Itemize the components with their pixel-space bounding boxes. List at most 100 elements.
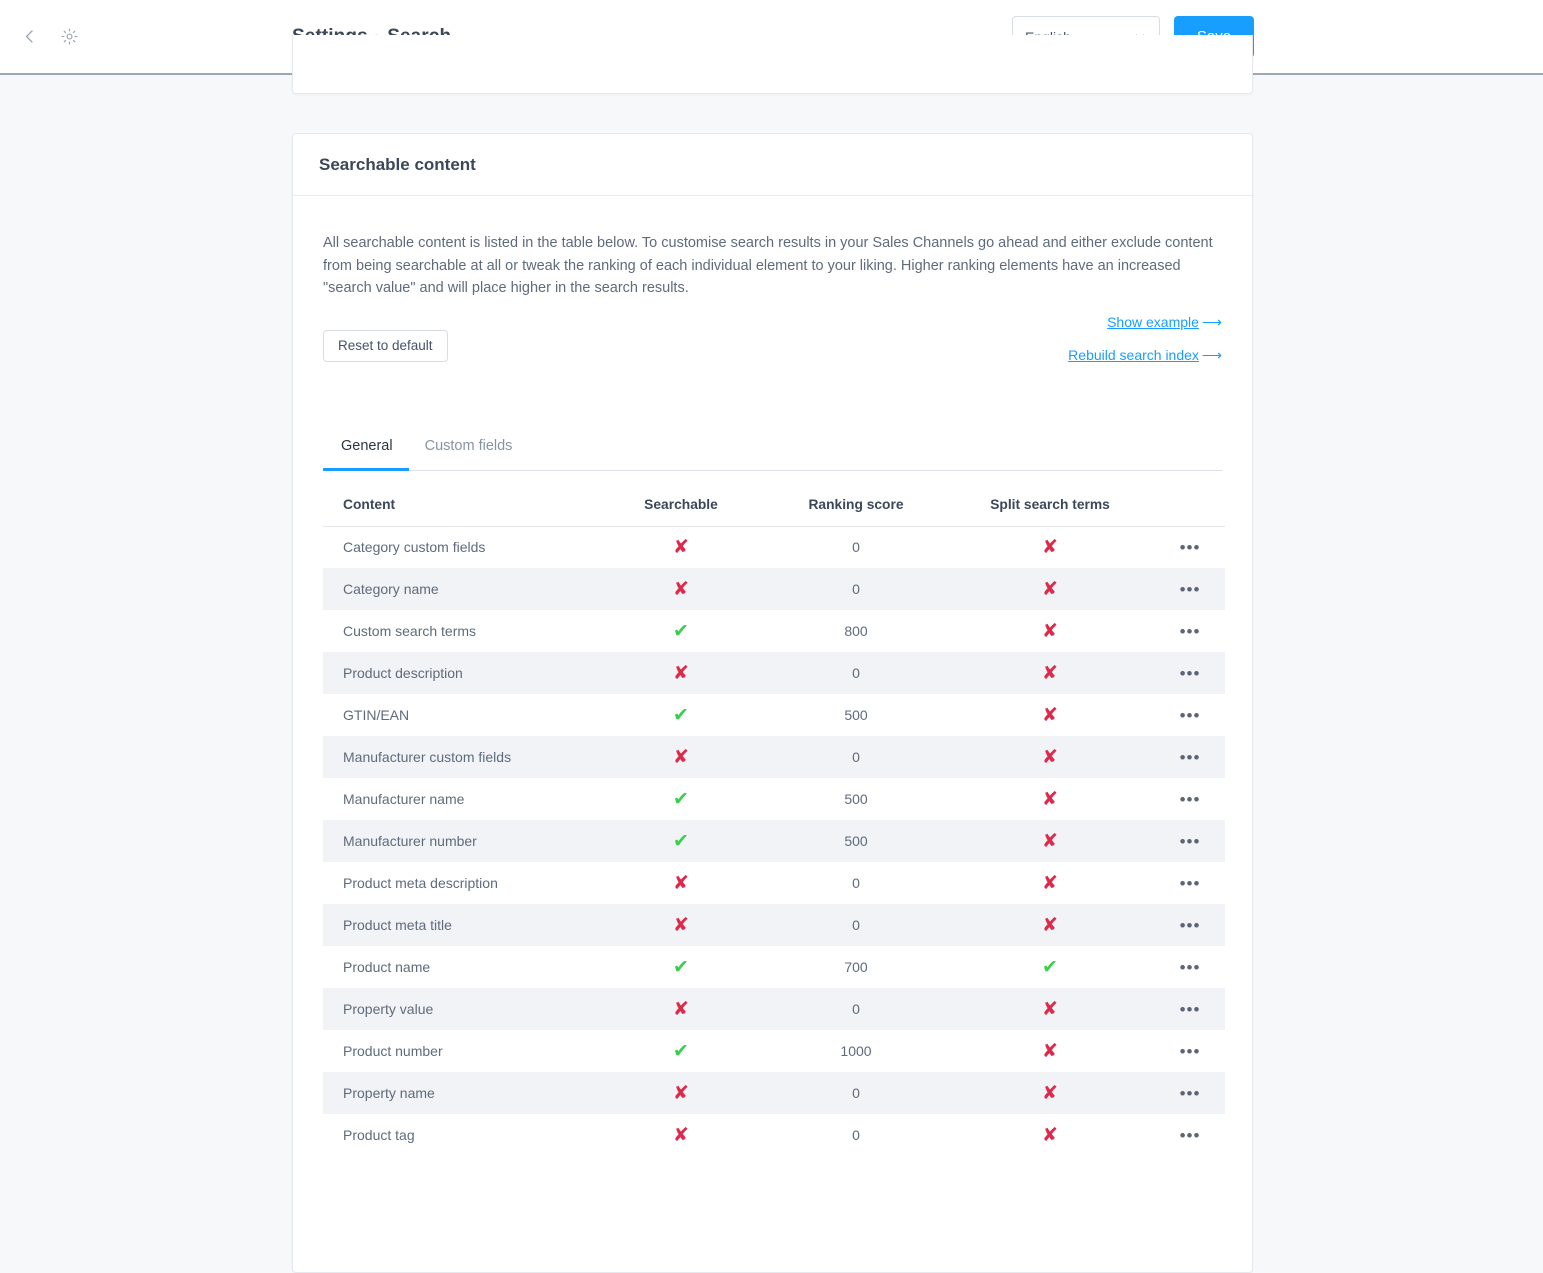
header-left-group	[0, 24, 292, 50]
reset-to-default-button[interactable]: Reset to default	[323, 330, 448, 362]
cell-split-search-terms[interactable]: ✘	[945, 736, 1155, 778]
cross-icon: ✘	[1042, 1000, 1058, 1019]
chevron-left-icon	[21, 28, 38, 45]
context-menu-icon[interactable]: •••	[1180, 1043, 1201, 1060]
cell-split-search-terms[interactable]: ✘	[945, 1072, 1155, 1114]
cross-icon: ✘	[1042, 1084, 1058, 1103]
cross-icon: ✘	[1042, 1126, 1058, 1145]
cell-content: Property value	[323, 988, 595, 1030]
cell-actions: •••	[1155, 988, 1225, 1030]
table-row: Category custom fields✘0✘•••	[323, 526, 1225, 568]
cell-searchable[interactable]: ✘	[595, 736, 767, 778]
tab-bar: General Custom fields	[323, 424, 1222, 471]
cell-actions: •••	[1155, 610, 1225, 652]
cross-icon: ✘	[673, 1126, 689, 1145]
rebuild-search-index-link[interactable]: Rebuild search index⟶	[1068, 347, 1222, 364]
tab-custom-fields[interactable]: Custom fields	[409, 424, 529, 470]
cell-actions: •••	[1155, 862, 1225, 904]
intro-text: All searchable content is listed in the …	[323, 232, 1213, 300]
context-menu-icon[interactable]: •••	[1180, 1001, 1201, 1018]
context-menu-icon[interactable]: •••	[1180, 917, 1201, 934]
cell-split-search-terms[interactable]: ✘	[945, 568, 1155, 610]
table-header-row: Content Searchable Ranking score Split s…	[323, 471, 1225, 527]
cell-searchable[interactable]: ✘	[595, 652, 767, 694]
cell-ranking-score: 0	[767, 904, 945, 946]
cell-searchable[interactable]: ✘	[595, 1072, 767, 1114]
table-row: Property value✘0✘•••	[323, 988, 1225, 1030]
tab-general[interactable]: General	[323, 424, 409, 470]
cross-icon: ✘	[1042, 748, 1058, 767]
cell-searchable[interactable]: ✘	[595, 904, 767, 946]
context-menu-icon[interactable]: •••	[1180, 833, 1201, 850]
cell-searchable[interactable]: ✔	[595, 820, 767, 862]
context-menu-icon[interactable]: •••	[1180, 623, 1201, 640]
cross-icon: ✘	[1042, 664, 1058, 683]
cell-searchable[interactable]: ✔	[595, 946, 767, 988]
show-example-link[interactable]: Show example⟶	[1068, 314, 1222, 331]
context-menu-icon[interactable]: •••	[1180, 875, 1201, 892]
context-menu-icon[interactable]: •••	[1180, 1127, 1201, 1144]
cell-split-search-terms[interactable]: ✔	[945, 946, 1155, 988]
context-menu-icon[interactable]: •••	[1180, 539, 1201, 556]
cell-searchable[interactable]: ✘	[595, 526, 767, 568]
back-button[interactable]	[16, 24, 42, 50]
cell-split-search-terms[interactable]: ✘	[945, 862, 1155, 904]
cross-icon: ✘	[1042, 916, 1058, 935]
cell-searchable[interactable]: ✘	[595, 1114, 767, 1156]
table-row: Property name✘0✘•••	[323, 1072, 1225, 1114]
cell-searchable[interactable]: ✔	[595, 610, 767, 652]
page-title: Searchable content	[319, 155, 476, 175]
cell-searchable[interactable]: ✘	[595, 988, 767, 1030]
context-menu-icon[interactable]: •••	[1180, 749, 1201, 766]
cell-split-search-terms[interactable]: ✘	[945, 988, 1155, 1030]
check-icon: ✔	[673, 622, 689, 641]
cell-content: Custom search terms	[323, 610, 595, 652]
cell-split-search-terms[interactable]: ✘	[945, 778, 1155, 820]
cell-searchable[interactable]: ✔	[595, 778, 767, 820]
cell-content: Property name	[323, 1072, 595, 1114]
cell-split-search-terms[interactable]: ✘	[945, 652, 1155, 694]
cell-content: Product number	[323, 1030, 595, 1072]
cell-content: GTIN/EAN	[323, 694, 595, 736]
cell-actions: •••	[1155, 568, 1225, 610]
column-header-ranking-score: Ranking score	[767, 471, 945, 527]
context-menu-icon[interactable]: •••	[1180, 707, 1201, 724]
check-icon: ✔	[673, 706, 689, 725]
cell-searchable[interactable]: ✔	[595, 1030, 767, 1072]
column-header-searchable: Searchable	[595, 471, 767, 527]
cross-icon: ✘	[673, 874, 689, 893]
cell-actions: •••	[1155, 652, 1225, 694]
context-menu-icon[interactable]: •••	[1180, 1085, 1201, 1102]
cell-split-search-terms[interactable]: ✘	[945, 904, 1155, 946]
cell-split-search-terms[interactable]: ✘	[945, 820, 1155, 862]
cell-split-search-terms[interactable]: ✘	[945, 526, 1155, 568]
cell-searchable[interactable]: ✔	[595, 694, 767, 736]
table-row: Product number✔1000✘ •••	[323, 1030, 1225, 1072]
settings-button[interactable]	[56, 24, 82, 50]
cell-content: Category name	[323, 568, 595, 610]
table-row: Manufacturer number✔500✘•••	[323, 820, 1225, 862]
cell-searchable[interactable]: ✘	[595, 862, 767, 904]
cell-ranking-score: 500	[767, 820, 945, 862]
cell-searchable[interactable]: ✘	[595, 568, 767, 610]
cross-icon: ✘	[673, 538, 689, 557]
table-head: Content Searchable Ranking score Split s…	[323, 471, 1225, 527]
context-menu-icon[interactable]: •••	[1180, 665, 1201, 682]
context-menu-icon[interactable]: •••	[1180, 581, 1201, 598]
cell-actions: •••	[1155, 820, 1225, 862]
cell-split-search-terms[interactable]: ✘	[945, 1114, 1155, 1156]
cell-content: Manufacturer custom fields	[323, 736, 595, 778]
cross-icon: ✘	[1042, 790, 1058, 809]
cell-ranking-score: 0	[767, 526, 945, 568]
cross-icon: ✘	[1042, 832, 1058, 851]
cell-split-search-terms[interactable]: ✘	[945, 610, 1155, 652]
cross-icon: ✘	[673, 748, 689, 767]
context-menu-icon[interactable]: •••	[1180, 791, 1201, 808]
gear-icon	[60, 27, 79, 46]
cell-ranking-score: 500	[767, 778, 945, 820]
cross-icon: ✘	[673, 916, 689, 935]
cell-split-search-terms[interactable]: ✘	[945, 1030, 1155, 1072]
cell-split-search-terms[interactable]: ✘	[945, 694, 1155, 736]
cell-ranking-score: 1000	[767, 1030, 945, 1072]
context-menu-icon[interactable]: •••	[1180, 959, 1201, 976]
